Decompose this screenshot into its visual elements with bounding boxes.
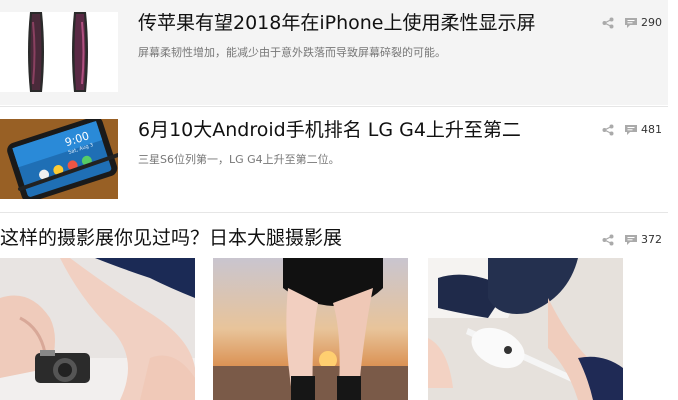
article-summary: 三星S6位列第一，LG G4上升至第二位。 — [138, 153, 340, 166]
comment-icon — [624, 234, 638, 246]
article-summary: 屏幕柔韧性增加，能减少由于意外跌落而导致屏幕碎裂的可能。 — [138, 46, 446, 59]
article-item[interactable]: 9:00 Sat, Aug 3 6月10大Android手机排名 LG G4上升… — [0, 106, 668, 213]
article-item[interactable]: 传苹果有望2018年在iPhone上使用柔性显示屏 屏幕柔韧性增加，能减少由于意… — [0, 0, 668, 105]
article-meta: 372 — [602, 233, 662, 246]
article-meta: 290 — [602, 16, 662, 29]
comment-number: 481 — [641, 123, 662, 136]
comment-icon — [624, 124, 638, 136]
article-thumbnail[interactable] — [0, 12, 118, 92]
comment-icon — [624, 17, 638, 29]
article-title[interactable]: 6月10大Android手机排名 LG G4上升至第二 — [138, 117, 521, 143]
article-title[interactable]: 传苹果有望2018年在iPhone上使用柔性显示屏 — [138, 10, 536, 36]
comment-number: 290 — [641, 16, 662, 29]
comment-count[interactable]: 481 — [624, 123, 662, 136]
share-icon[interactable] — [602, 124, 614, 136]
photo-gallery — [0, 258, 668, 400]
article-thumbnail[interactable]: 9:00 Sat, Aug 3 — [0, 119, 118, 199]
article-meta: 481 — [602, 123, 662, 136]
gallery-photo[interactable] — [428, 258, 623, 400]
news-feed: 传苹果有望2018年在iPhone上使用柔性显示屏 屏幕柔韧性增加，能减少由于意… — [0, 0, 678, 400]
gallery-photo[interactable] — [0, 258, 195, 400]
gallery-photo[interactable] — [213, 258, 408, 400]
article-title[interactable]: 这样的摄影展你见过吗？日本大腿摄影展 — [0, 225, 342, 251]
gallery-article[interactable]: 这样的摄影展你见过吗？日本大腿摄影展 372 — [0, 213, 668, 400]
comment-number: 372 — [641, 233, 662, 246]
comment-count[interactable]: 372 — [624, 233, 662, 246]
comment-count[interactable]: 290 — [624, 16, 662, 29]
share-icon[interactable] — [602, 17, 614, 29]
share-icon[interactable] — [602, 234, 614, 246]
